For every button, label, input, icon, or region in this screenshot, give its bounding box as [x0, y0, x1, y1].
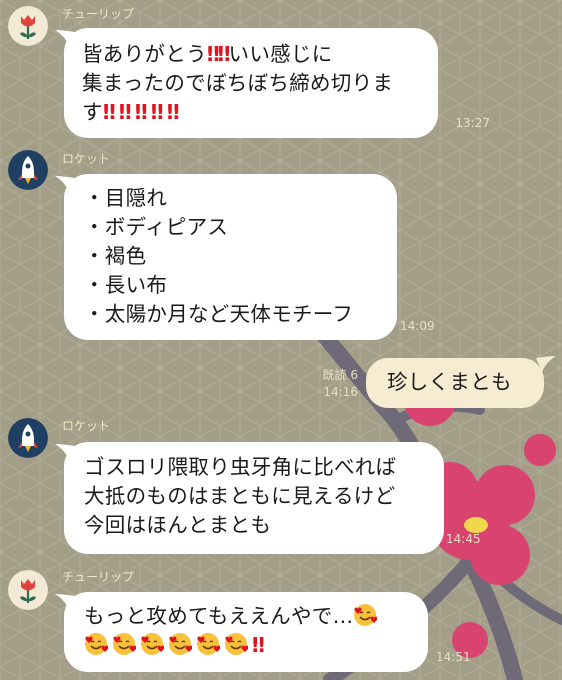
message-line: す‼ ‼ ‼ ‼ ‼ [82, 100, 180, 124]
message-line: ゴスロリ隈取り虫牙角に比べれば [84, 455, 397, 479]
message-bubble[interactable]: もっと攻めてもええんやで… ‼ [64, 592, 428, 672]
message-time: 13:27 [455, 116, 490, 130]
message-line: ・長い布 [84, 273, 168, 297]
smiling-face-with-hearts-icon [141, 633, 164, 655]
read-receipt: 既読 6 [322, 368, 358, 382]
message-line: 集まったのでぼちぼち締め切りま [82, 71, 394, 95]
message-line: 皆ありがとう‼‼いい感じに [82, 42, 333, 66]
message-line: ・褐色 [84, 244, 147, 268]
message-line: 珍しくまとも [387, 370, 512, 394]
message-line: ‼ [84, 631, 428, 660]
message-line: 大抵のものはまともに見えるけど [84, 484, 396, 508]
message-bubble[interactable]: ゴスロリ隈取り虫牙角に比べれば 大抵のものはまともに見えるけど 今回はほんとまと… [64, 442, 444, 554]
smiling-face-with-hearts-icon [169, 633, 192, 655]
message-time: 14:16 [323, 385, 358, 399]
sender-name: チューリップ [62, 7, 135, 21]
message-bubble[interactable]: 皆ありがとう‼‼いい感じに 集まったのでぼちぼち締め切りま す‼ ‼ ‼ ‼ ‼ [64, 28, 438, 138]
smiling-face-with-hearts-icon [197, 633, 220, 655]
message-time: 14:51 [436, 650, 471, 664]
sender-name: チューリップ [62, 570, 135, 584]
bubble-tail [536, 356, 556, 372]
smiling-face-with-hearts-icon [85, 633, 108, 655]
rocket-avatar[interactable] [8, 150, 48, 190]
rocket-avatar[interactable] [8, 418, 48, 458]
message-time: 14:09 [400, 319, 435, 333]
message-line: ・太陽か月など天体モチーフ [84, 302, 354, 326]
smiling-face-with-hearts-icon [113, 633, 136, 655]
tulip-avatar[interactable] [8, 570, 48, 610]
message-bubble[interactable]: ・目隠れ ・ボディピアス ・褐色 ・長い布 ・太陽か月など天体モチーフ [64, 174, 397, 340]
message-line: もっと攻めてもええんやで… [84, 602, 428, 631]
message-line: ・ボディピアス [84, 215, 229, 239]
sender-name: ロケット [62, 152, 111, 166]
message-line: ・目隠れ [84, 186, 168, 210]
own-message-bubble[interactable]: 珍しくまとも [366, 358, 544, 408]
message-line: 今回はほんとまとも [84, 513, 272, 537]
tulip-avatar[interactable] [8, 6, 48, 46]
blossom-center [464, 517, 488, 533]
smiling-face-with-hearts-icon [225, 633, 248, 655]
smiling-face-with-hearts-icon [354, 604, 378, 626]
sender-name: ロケット [62, 419, 111, 433]
message-time: 14:45 [446, 532, 481, 546]
